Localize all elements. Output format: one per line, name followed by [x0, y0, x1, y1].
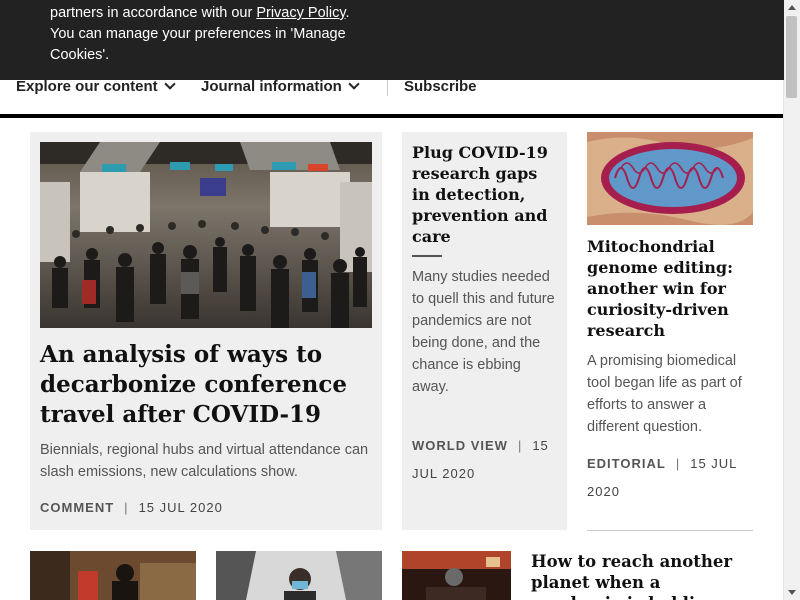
- chevron-down-icon: [348, 78, 360, 90]
- nav-explore-label: Explore our content: [16, 78, 158, 95]
- article-thumbnail-1[interactable]: [30, 551, 196, 600]
- chevron-down-icon: [164, 78, 176, 90]
- nav-subscribe[interactable]: Subscribe: [404, 78, 477, 95]
- scroll-up-icon[interactable]: [788, 5, 796, 10]
- article-card-main[interactable]: An analysis of ways to decarbonize confe…: [30, 132, 382, 530]
- article-card-middle[interactable]: Plug COVID-19 research gaps in detection…: [402, 132, 567, 530]
- article-description: A promising biomedical tool began life a…: [587, 353, 742, 435]
- title-rule: [412, 255, 442, 257]
- nav-journal-information[interactable]: Journal information: [201, 78, 360, 95]
- meta-divider: |: [517, 438, 523, 453]
- nav-journal-label: Journal information: [201, 78, 342, 95]
- article-title-bottom[interactable]: How to reach another planet when a pande…: [531, 551, 756, 600]
- vertical-scrollbar[interactable]: [783, 0, 800, 600]
- article-meta: WORLD VIEW | 15 JUL 2020: [412, 432, 562, 488]
- article-description: Biennials, regional hubs and virtual att…: [40, 442, 369, 480]
- conference-crowd-image: [40, 142, 372, 328]
- article-card-right[interactable]: Mitochondrial genome editing: another wi…: [587, 132, 753, 531]
- article-date: 15 JUL 2020: [138, 500, 223, 515]
- meta-divider: |: [675, 456, 681, 471]
- article-title[interactable]: Plug COVID-19 research gaps in detection…: [412, 142, 560, 247]
- privacy-policy-link[interactable]: Privacy Policy: [256, 5, 345, 21]
- article-meta: COMMENT | 15 JUL 2020: [40, 494, 223, 522]
- article-type: COMMENT: [40, 500, 115, 515]
- article-thumbnail-3[interactable]: [402, 551, 511, 600]
- nav-explore-content[interactable]: Explore our content: [16, 78, 176, 95]
- cookie-banner: partners in accordance with our Privacy …: [0, 0, 784, 80]
- article-type: WORLD VIEW: [412, 438, 508, 453]
- article-title[interactable]: An analysis of ways to decarbonize confe…: [40, 340, 360, 430]
- article-thumbnail-2[interactable]: [216, 551, 382, 600]
- main-nav: Explore our content Journal information …: [0, 78, 784, 118]
- cookie-banner-text: partners in accordance with our Privacy …: [50, 5, 350, 63]
- meta-divider: |: [124, 500, 129, 515]
- scrollbar-thumb[interactable]: [786, 16, 797, 98]
- mitochondria-image: [587, 132, 753, 225]
- nav-subscribe-label: Subscribe: [404, 78, 477, 95]
- nav-divider: [387, 80, 388, 96]
- article-title[interactable]: Mitochondrial genome editing: another wi…: [587, 236, 752, 341]
- article-type: EDITORIAL: [587, 456, 666, 471]
- article-description: Many studies needed to quell this and fu…: [412, 269, 555, 395]
- scroll-down-icon[interactable]: [788, 590, 796, 595]
- article-meta: EDITORIAL | 15 JUL 2020: [587, 450, 747, 506]
